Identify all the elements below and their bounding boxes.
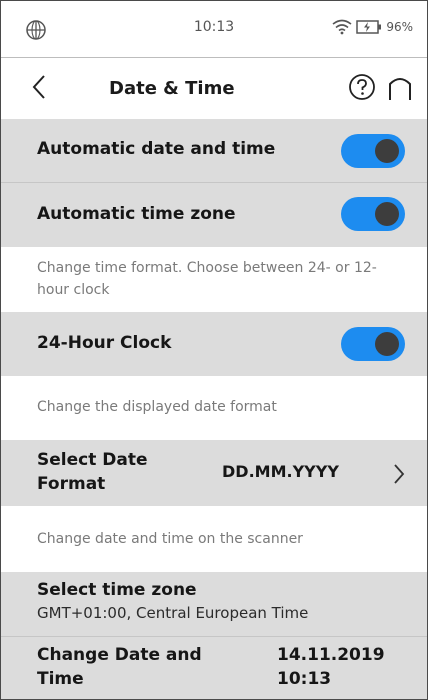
toggle-knob bbox=[375, 139, 399, 163]
change-date-time-label: Change Date and Time bbox=[37, 643, 202, 691]
date-format-value: DD.MM.YYYY bbox=[222, 462, 339, 481]
status-indicators: 96% bbox=[332, 19, 413, 35]
select-time-zone-label: Select time zone bbox=[37, 580, 197, 600]
row-auto-time-zone[interactable]: Automatic time zone bbox=[1, 183, 427, 247]
date-format-description: Change the displayed date format bbox=[37, 399, 277, 415]
select-date-format-label-line2: Format bbox=[37, 474, 106, 494]
home-icon[interactable] bbox=[387, 72, 413, 102]
select-date-format-label: Select Date Format bbox=[37, 448, 148, 496]
row-24-hour-clock[interactable]: 24-Hour Clock bbox=[1, 312, 427, 376]
row-change-date-time[interactable]: Change Date and Time 14.11.2019 10:13 bbox=[1, 637, 427, 699]
status-bar: 10:13 96% bbox=[1, 1, 427, 57]
page-header: Date & Time bbox=[1, 57, 427, 120]
clock-24h-toggle[interactable] bbox=[341, 327, 405, 361]
select-date-format-label-line1: Select Date bbox=[37, 450, 148, 470]
auto-date-time-toggle[interactable] bbox=[341, 134, 405, 168]
battery-percent: 96% bbox=[386, 20, 413, 34]
back-chevron-icon[interactable] bbox=[29, 72, 51, 102]
auto-date-time-label: Automatic date and time bbox=[37, 139, 276, 159]
row-select-date-format[interactable]: Select Date Format DD.MM.YYYY bbox=[1, 440, 427, 506]
auto-time-zone-toggle[interactable] bbox=[341, 197, 405, 231]
toggle-knob bbox=[375, 202, 399, 226]
current-date: 14.11.2019 bbox=[277, 645, 385, 665]
current-date-time: 14.11.2019 10:13 bbox=[277, 643, 385, 691]
current-time: 10:13 bbox=[277, 669, 332, 689]
battery-charging-icon bbox=[356, 20, 382, 34]
wifi-icon bbox=[332, 19, 352, 35]
chevron-right-icon bbox=[394, 464, 405, 484]
row-auto-date-time[interactable]: Automatic date and time bbox=[1, 119, 427, 182]
date-time-info: Change date and time on the scanner bbox=[1, 506, 427, 572]
row-select-time-zone[interactable]: Select time zone GMT+01:00, Central Euro… bbox=[1, 572, 427, 636]
auto-time-zone-label: Automatic time zone bbox=[37, 204, 236, 224]
time-format-description: Change time format. Choose between 24- o… bbox=[37, 260, 377, 298]
screen: 10:13 96% Date & Time Automatic date and… bbox=[0, 0, 428, 700]
time-format-info: Change time format. Choose between 24- o… bbox=[1, 247, 427, 312]
page-title: Date & Time bbox=[109, 78, 235, 99]
change-date-time-label-line1: Change Date and bbox=[37, 645, 202, 665]
change-date-time-label-line2: Time bbox=[37, 669, 84, 689]
help-icon[interactable] bbox=[347, 72, 377, 102]
toggle-knob bbox=[375, 332, 399, 356]
clock-24h-label: 24-Hour Clock bbox=[37, 333, 172, 353]
date-time-description: Change date and time on the scanner bbox=[37, 531, 303, 547]
time-zone-value: GMT+01:00, Central European Time bbox=[37, 604, 309, 622]
date-format-info: Change the displayed date format bbox=[1, 376, 427, 440]
